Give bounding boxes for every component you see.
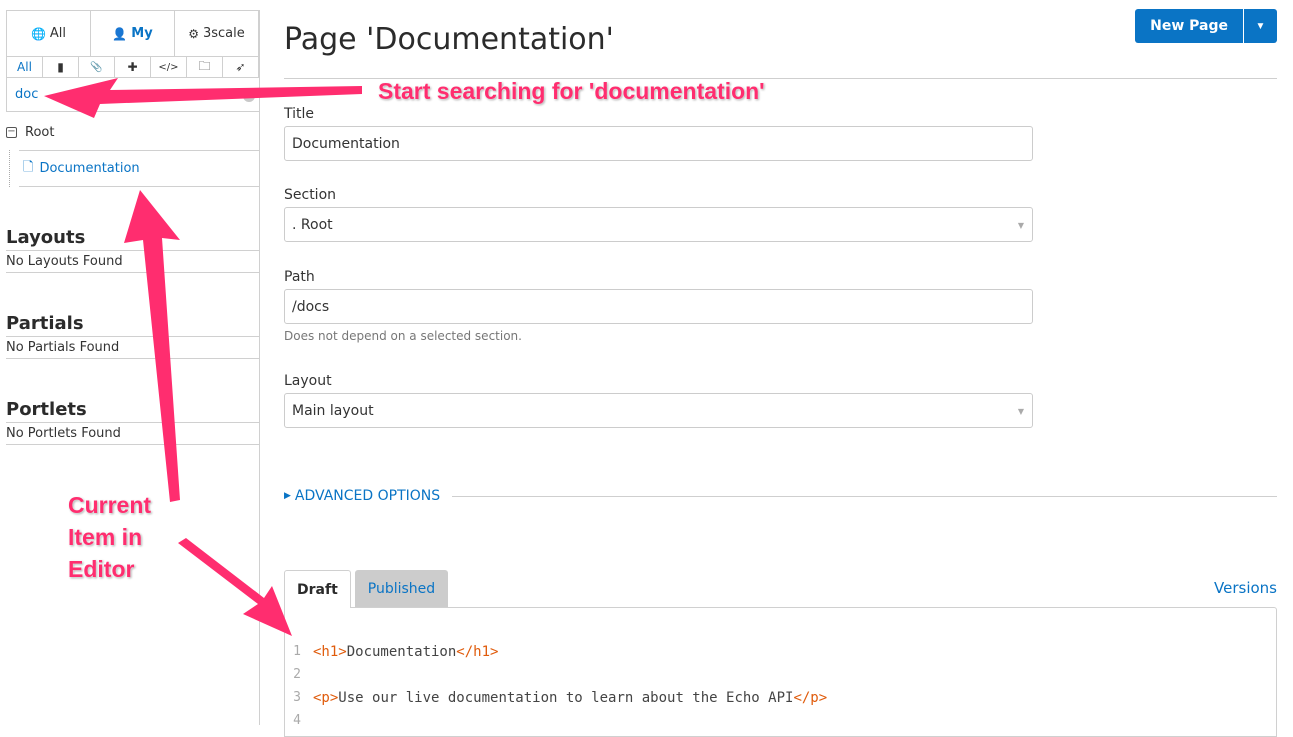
type-tab-sections[interactable]: 🗀 [187,57,223,77]
select-caret-icon: ▼ [1017,407,1024,416]
tab-published[interactable]: Published [354,570,449,607]
code-line: 3 <p> Use our live documentation to learn… [285,686,827,709]
collapse-icon[interactable]: − [6,126,17,138]
type-tab-files[interactable]: 📎 [79,57,115,77]
code-tag: </h1> [456,643,499,660]
scope-tab-all[interactable]: 🌐 All [7,11,91,56]
scope-tab-label: All [49,26,67,41]
advanced-options-label: ADVANCED OPTIONS [294,488,441,504]
section-heading: Partials [6,313,259,337]
type-tab-layouts[interactable]: </> [151,57,187,77]
empty-message: No Layouts Found [6,251,259,273]
line-number: 3 [293,690,301,705]
new-page-button-group: New Page ▼ [1135,9,1277,43]
title-label: Title [284,106,315,122]
line-number: 2 [293,667,301,682]
puzzle-icon: ✚ [127,60,138,74]
line-number: 1 [293,644,301,659]
section-heading: Layouts [6,227,259,251]
clear-search-icon[interactable]: ✕ [243,90,255,102]
tree-root-label: Root [25,124,55,140]
portlets-section: Portlets No Portlets Found [6,399,259,445]
editor-tabs: Draft Published [284,570,452,608]
layout-label: Layout [284,373,332,389]
title-input[interactable]: Documentation [284,126,1033,161]
tab-draft[interactable]: Draft [284,570,351,608]
path-label: Path [284,269,315,285]
page-title: Page 'Documentation' [284,22,614,57]
tree-children: 🗋 Documentation [9,150,259,187]
folder-icon: 🗀 [198,58,211,73]
type-tab-portlets[interactable]: ➶ [223,57,259,77]
search-input[interactable] [7,78,259,111]
layout-value: Main layout [292,402,374,419]
section-value: . Root [292,216,333,233]
code-text: Documentation [346,643,457,660]
rocket-icon: ➶ [235,60,246,74]
layouts-section: Layouts No Layouts Found [6,227,259,273]
paperclip-icon: 📎 [90,61,103,73]
section-heading: Portlets [6,399,259,423]
path-input[interactable]: /docs [284,289,1033,324]
section-field: Section . Root ▼ [284,187,1033,242]
divider [452,495,1277,497]
scope-tab-3scale[interactable]: ⚙ 3scale [175,11,259,56]
tree-item-documentation[interactable]: 🗋 Documentation [19,150,259,187]
globe-icon: 🌐 [30,26,46,41]
scope-tab-label: My [131,26,153,41]
main-content: Page 'Documentation' New Page ▼ Title Do… [284,0,1277,737]
code-line: 2 [285,663,313,686]
partials-section: Partials No Partials Found [6,313,259,359]
annotation-line: Editor [68,556,135,582]
scope-tabs: 🌐 All 👤 My ⚙ 3scale [6,10,259,57]
code-line: 1 <h1> Documentation </h1> [285,640,498,663]
section-tree: − Root 🗋 Documentation [6,112,259,187]
code-editor[interactable]: 1 <h1> Documentation </h1> 2 3 <p> Use our … [284,607,1277,737]
type-filter-tabs: All ▮ 📎 ✚ </> 🗀 ➶ [6,57,259,78]
line-number: 4 [293,713,301,728]
versions-link[interactable]: Versions [1214,579,1277,597]
annotation-search-note: Start searching for 'documentation' [378,78,765,104]
code-icon: </> [158,61,179,73]
code-tag: <p> [313,689,339,706]
code-tag: <h1> [313,643,347,660]
tree-item-label: Documentation [39,161,140,176]
caret-down-icon: ▼ [1255,20,1266,32]
type-tab-partials[interactable]: ✚ [115,57,151,77]
type-tab-pages[interactable]: ▮ [43,57,79,77]
sidebar: 🌐 All 👤 My ⚙ 3scale All ▮ 📎 ✚ </> 🗀 ➶ ✕ … [6,10,260,725]
code-tag: </p> [793,689,828,706]
annotation-current-item-note: Current Item in Editor [68,489,168,585]
file-outline-icon: 🗋 [23,159,34,175]
title-field: Title Documentation [284,106,1033,161]
path-help-text: Does not depend on a selected section. [284,329,522,343]
scope-tab-my[interactable]: 👤 My [91,11,175,56]
advanced-options-toggle[interactable]: ▶ ADVANCED OPTIONS [284,488,1277,504]
layout-field: Layout Main layout ▼ [284,373,1033,428]
scope-tab-label: 3scale [202,26,245,41]
annotation-line: Item in [68,524,143,550]
section-label: Section [284,187,337,203]
code-line: 4 [285,709,313,732]
new-page-dropdown-toggle[interactable]: ▼ [1243,9,1277,43]
section-select[interactable]: . Root ▼ [284,207,1033,242]
code-text: Use our live documentation to learn abou… [338,689,794,706]
path-field: Path /docs Does not depend on a selected… [284,269,1033,343]
annotation-line: Current [68,492,152,518]
gear-icon: ⚙ [188,26,199,41]
empty-message: No Portlets Found [6,423,259,445]
search-row: ✕ [6,78,259,112]
caret-right-icon: ▶ [284,491,291,501]
new-page-button[interactable]: New Page [1135,9,1243,43]
empty-message: No Partials Found [6,337,259,359]
layout-select[interactable]: Main layout ▼ [284,393,1033,428]
select-caret-icon: ▼ [1017,221,1024,230]
type-tab-all[interactable]: All [7,57,43,77]
user-icon: 👤 [112,26,128,41]
file-icon: ▮ [57,60,64,74]
tree-root[interactable]: − Root [6,120,259,144]
